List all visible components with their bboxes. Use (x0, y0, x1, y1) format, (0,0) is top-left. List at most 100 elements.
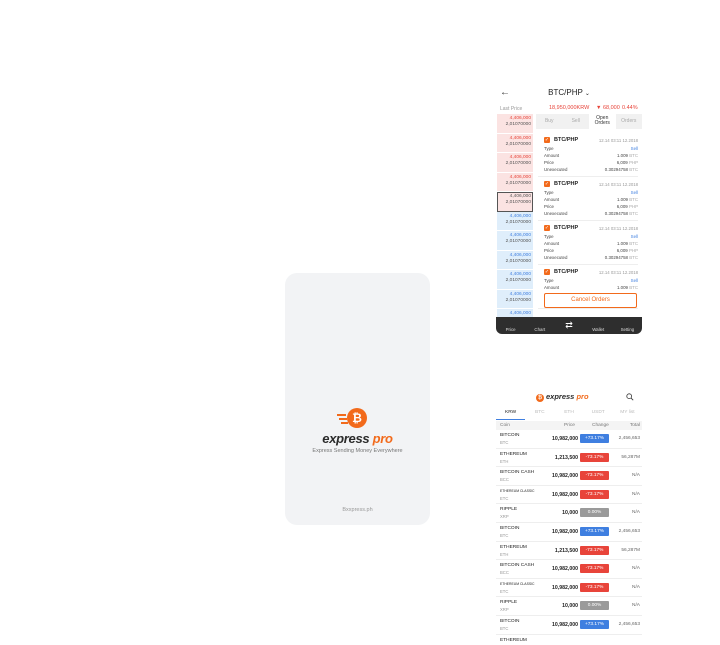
order-book-row[interactable]: 4,406,000 2,01070000 (497, 250, 533, 270)
order-book-row[interactable]: 4,406,000 2,01070000 (497, 270, 533, 290)
market-tab-krw[interactable]: KRW (496, 410, 526, 420)
order-field-value: 6,009 PHP (617, 248, 638, 253)
tab-buy[interactable]: Buy (536, 114, 563, 129)
market-row[interactable]: ETHEREUM CLASSIC ETC 10,982,000 -73.17% N/A (496, 579, 642, 598)
order-field: Amount 1.009 BTC (544, 285, 638, 290)
order-field-label: Amount (544, 197, 560, 202)
coin-total: N/A (632, 510, 640, 516)
change-badge: +73.17% (580, 526, 609, 536)
search-icon[interactable] (626, 393, 634, 401)
change-badge: +73.17% (580, 619, 609, 629)
tab-orders[interactable]: Orders (615, 114, 642, 129)
svg-text:₿: ₿ (352, 411, 362, 425)
order-book: 4,406,000 2,01070000 4,406,000 2,01070000 4,… (497, 114, 533, 329)
order-field-unit: BTC (629, 153, 638, 158)
order-pair: BTC/PHP (554, 137, 579, 143)
change-badge: +73.17% (580, 434, 609, 443)
order-field-label: Type (544, 146, 554, 151)
order-book-amount: 2,01070000 (505, 219, 531, 225)
nav-chart[interactable]: Chart (525, 317, 554, 334)
order-field: Type Sell (544, 146, 638, 151)
market-row[interactable]: RIPPLE XRP 10,000 0.00% N/A (496, 597, 642, 616)
nav-setting[interactable]: Setting (613, 317, 642, 334)
order-book-row[interactable]: 4,406,000 2,01070000 (497, 172, 533, 192)
market-row[interactable]: BITCOIN BTC 10,982,000 +73.17% 2,456,653 (496, 430, 642, 449)
order-field: Price 6,009 PHP (544, 204, 638, 209)
order-book-amount: 2,01070000 (505, 297, 531, 303)
change-badge: -73.17% (580, 564, 609, 574)
order-field: Amount 1.009 BTC (544, 197, 638, 202)
order-book-amount: 2,01070000 (505, 278, 531, 283)
coin-total: N/A (632, 473, 640, 479)
order-book-row[interactable]: 4,406,000 2,01070000 (497, 114, 533, 134)
tab-open-orders[interactable]: Open Orders (589, 114, 616, 129)
market-tab-btc[interactable]: BTC (525, 410, 554, 420)
open-orders-screen: ← BTC/PHP ⌄ Last Price 18,950,000KRW ▼ 68… (496, 84, 642, 334)
coin-price: 10,982,000 (552, 528, 578, 535)
coin-symbol: XRP (500, 514, 509, 520)
cancel-orders-button[interactable]: Cancel Orders (544, 293, 637, 308)
market-row[interactable]: BITCOIN CASH BCC 10,982,000 -73.17% N/A (496, 467, 642, 486)
brand-name: express pro (322, 431, 393, 446)
checkbox-checked-icon[interactable]: ✓ (544, 181, 550, 187)
open-orders-list: ✓ BTC/PHP 12.14 03:11 12.2018 Type Sell Amou… (538, 134, 638, 310)
coin-symbol: ETC (500, 495, 509, 501)
order-field: Unexecuted 0.30294758 BTC (544, 167, 638, 172)
order-pair: BTC/PHP (554, 181, 579, 187)
bottom-nav: Price Chart ⇄ Wallet Setting (496, 317, 642, 334)
last-price-bar: Last Price 18,950,000KRW ▼ 68,000 0.44% (496, 104, 642, 113)
market-tab-usdt[interactable]: USDT (584, 410, 613, 420)
order-field-value: 6,009 PHP (617, 204, 638, 209)
order-field-number: 1.009 (616, 241, 630, 246)
market-row[interactable]: RIPPLE XRP 10,000 0.00% N/A (496, 504, 642, 523)
coin-price: 10,982,000 (552, 566, 578, 573)
market-row[interactable]: BITCOIN BTC 10,982,000 +73.17% 2,456,653 (496, 616, 642, 635)
market-row[interactable]: ETHEREUM ETH 1,213,500 -73.17% 56,287M (496, 542, 642, 561)
order-field: Amount 1.009 BTC (544, 241, 638, 246)
coin-price: 10,982,000 (552, 584, 578, 591)
pair-selector[interactable]: BTC/PHP ⌄ (496, 88, 642, 97)
change-badge: -73.17% (580, 545, 609, 555)
market-tab-my-list[interactable]: MY list (613, 410, 642, 420)
header-total: Total (629, 423, 640, 428)
order-book-row[interactable]: 4,406,000 2,01070000 (497, 211, 533, 231)
change-badge: 0.00% (580, 508, 609, 518)
order-field-number: Sell (630, 190, 638, 195)
market-rows: BITCOIN BTC 10,982,000 +73.17% 2,456,653 ETHE… (496, 430, 642, 645)
order-field-value: 1.009 BTC (617, 241, 638, 246)
order-field-number: 1.009 (616, 153, 630, 158)
market-list-screen: ₿ express pro KRW BTC ETH USDT MY list Coin P… (496, 390, 642, 645)
market-row[interactable]: ETHEREUM ETH 1,213,500 -73.17% 56,287M (496, 449, 642, 468)
checkbox-checked-icon[interactable]: ✓ (544, 137, 550, 143)
coin-total: 56,287M (621, 547, 640, 553)
order-book-row[interactable]: 4,406,000 2,01070000 (497, 289, 533, 309)
nav-wallet[interactable]: Wallet (584, 317, 613, 334)
checkbox-checked-icon[interactable]: ✓ (544, 269, 550, 275)
coin-price: 1,213,500 (554, 547, 578, 554)
order-book-amount: 2,01070000 (505, 122, 531, 127)
market-row[interactable]: BITCOIN BTC 10,982,000 +73.17% 2,456,653 (496, 523, 642, 542)
order-book-row[interactable]: 4,406,000 2,01070000 (497, 231, 533, 251)
order-field-label: Amount (544, 241, 560, 246)
coin-symbol: BTC (500, 532, 509, 538)
market-tab-eth[interactable]: ETH (554, 410, 583, 420)
market-row[interactable]: ETHEREUM (496, 635, 642, 645)
market-table-header: Coin Price Change Total (496, 421, 642, 430)
order-book-row[interactable]: 4,406,000 2,01070000 (497, 192, 533, 212)
order-field-value: 0.30294758 BTC (605, 255, 638, 260)
market-row[interactable]: ETHEREUM CLASSIC ETC 10,982,000 -73.17% N/A (496, 486, 642, 505)
order-field-number: 0.30294758 (604, 167, 630, 172)
change-badge: -73.17% (580, 452, 609, 462)
coin-total: 2,456,653 (618, 528, 640, 534)
order-field: Price 6,009 PHP (544, 160, 638, 165)
market-row[interactable]: BITCOIN CASH BCC 10,982,000 -73.17% N/A (496, 560, 642, 579)
exchange-icon[interactable]: ⇄ (554, 317, 583, 334)
tab-sell[interactable]: Sell (562, 114, 589, 129)
change-badge: 0.00% (580, 601, 609, 611)
order-book-row[interactable]: 4,406,000 2,01070000 (497, 133, 533, 153)
checkbox-checked-icon[interactable]: ✓ (544, 225, 550, 231)
coin-price: 10,000 (562, 603, 578, 610)
order-book-row[interactable]: 4,406,000 2,01070000 (497, 153, 533, 173)
nav-price[interactable]: Price (496, 317, 525, 334)
splash-url: Bxxpress.ph (342, 507, 373, 513)
